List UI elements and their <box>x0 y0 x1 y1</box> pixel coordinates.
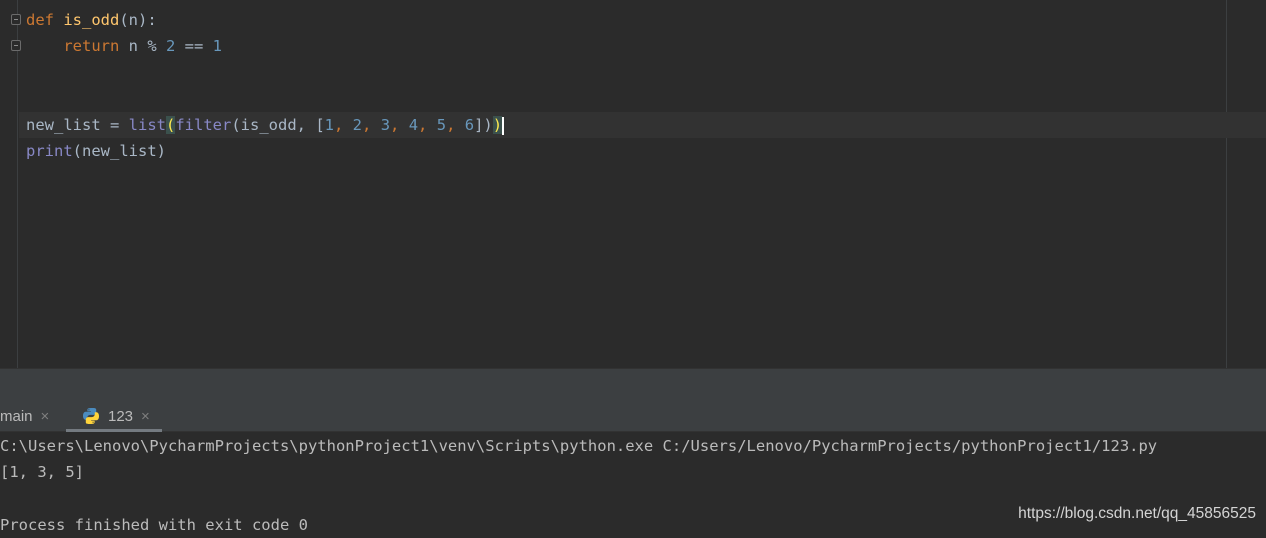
fold-end-icon[interactable] <box>11 40 21 51</box>
run-tab-123[interactable]: 123 × <box>66 400 162 432</box>
number-literal: 2 <box>166 37 176 55</box>
comma: , <box>362 116 381 134</box>
run-tabs-bar: main × 123 × <box>0 400 1266 432</box>
number-literal: 5 <box>436 116 447 134</box>
close-icon[interactable]: × <box>41 408 50 425</box>
list-close: ]) <box>474 116 493 134</box>
close-icon[interactable]: × <box>141 408 150 425</box>
console-output-line: [1, 3, 5] <box>0 463 84 481</box>
filter-args: (is_odd, [ <box>231 116 325 134</box>
run-tab-label: 123 <box>108 407 134 425</box>
assignment-target: new_list = <box>26 116 129 134</box>
builtin-print: print <box>26 142 73 160</box>
editor-gutter <box>0 0 21 368</box>
return-expr-a: n % <box>119 37 166 55</box>
text-caret <box>502 116 505 135</box>
code-line-1[interactable]: def is_odd(n): <box>26 7 157 33</box>
number-literal: 4 <box>408 116 419 134</box>
builtin-filter: filter <box>175 116 232 134</box>
keyword-def: def <box>26 11 54 29</box>
code-line-3[interactable]: new_list = list(filter(is_odd, [1, 2, 3,… <box>26 112 505 138</box>
matched-brace-close: ) <box>492 116 503 134</box>
number-literal: 1 <box>212 37 223 55</box>
tool-window-splitter[interactable] <box>0 368 1266 400</box>
number-literal: 1 <box>324 116 334 134</box>
number-literal: 2 <box>352 116 363 134</box>
matched-brace-open: ( <box>165 116 176 134</box>
comma: , <box>418 116 437 134</box>
keyword-return: return <box>63 37 120 55</box>
function-name: is_odd <box>63 11 120 29</box>
comma: , <box>334 116 353 134</box>
right-margin-guide <box>1226 0 1227 368</box>
run-tab-main[interactable]: main × <box>0 400 49 432</box>
code-line-2[interactable]: return n % 2 == 1 <box>26 33 222 59</box>
code-line-4[interactable]: print(new_list) <box>26 138 166 164</box>
run-tab-label: main <box>0 407 33 425</box>
watermark: https://blog.csdn.net/qq_45856525 <box>1018 505 1256 522</box>
number-literal: 6 <box>464 116 475 134</box>
console-command-line: C:\Users\Lenovo\PycharmProjects\pythonPr… <box>0 437 1158 455</box>
builtin-list: list <box>128 116 166 134</box>
print-args: (new_list) <box>72 142 166 160</box>
python-icon <box>83 408 99 424</box>
return-expr-b: == <box>175 37 213 55</box>
console-exit-line: Process finished with exit code 0 <box>0 516 308 534</box>
number-literal: 3 <box>380 116 391 134</box>
function-params: (n): <box>119 11 157 29</box>
code-editor[interactable]: def is_odd(n): return n % 2 == 1 new_lis… <box>0 0 1266 368</box>
fold-collapse-icon[interactable] <box>11 14 21 25</box>
comma: , <box>446 116 465 134</box>
comma: , <box>390 116 409 134</box>
